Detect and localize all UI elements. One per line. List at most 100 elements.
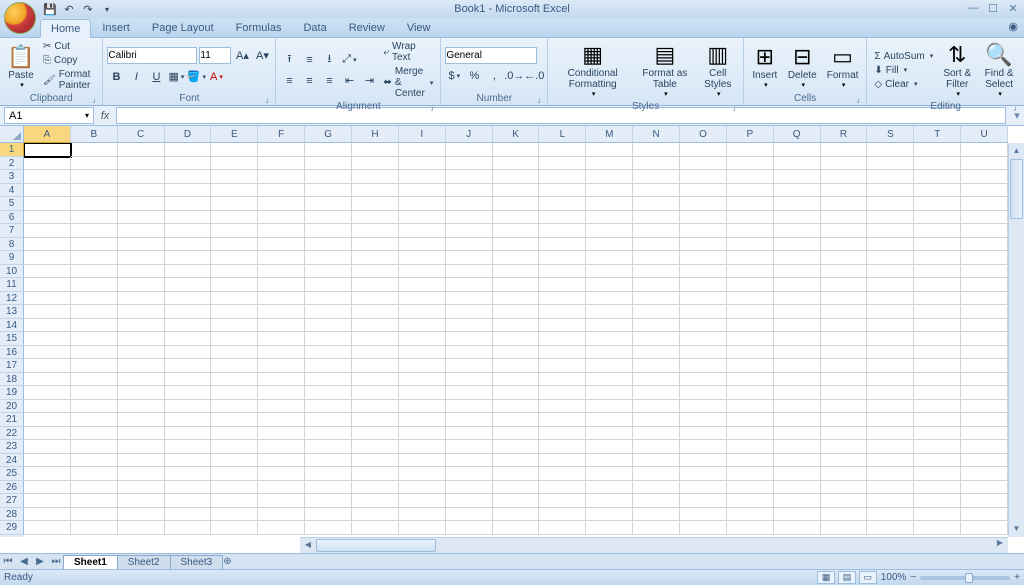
cell-C27[interactable] [118,494,165,508]
cell-J24[interactable] [446,454,493,468]
cell-J6[interactable] [446,211,493,225]
cell-K23[interactable] [493,440,540,454]
cell-Q6[interactable] [774,211,821,225]
cell-N1[interactable] [633,143,680,157]
cell-D21[interactable] [165,413,212,427]
column-header-M[interactable]: M [586,126,633,143]
cell-K1[interactable] [493,143,540,157]
cell-L27[interactable] [539,494,586,508]
clear-button[interactable]: ◇Clear [871,78,936,91]
cell-S19[interactable] [867,386,914,400]
format-painter-button[interactable]: 🖌Format Painter [40,68,98,92]
cell-C2[interactable] [118,157,165,171]
cell-G15[interactable] [305,332,352,346]
cell-L4[interactable] [539,184,586,198]
cell-R25[interactable] [821,467,868,481]
cell-D8[interactable] [165,238,212,252]
hscroll-thumb[interactable] [316,539,436,552]
cell-D5[interactable] [165,197,212,211]
cell-J21[interactable] [446,413,493,427]
orientation-button[interactable]: ⤢ [340,51,358,69]
cell-T20[interactable] [914,400,961,414]
cell-K18[interactable] [493,373,540,387]
row-header-1[interactable]: 1 [0,143,24,157]
cell-K13[interactable] [493,305,540,319]
cell-K9[interactable] [493,251,540,265]
cell-D28[interactable] [165,508,212,522]
cell-styles-button[interactable]: ▥Cell Styles [697,40,739,100]
cell-O23[interactable] [680,440,727,454]
cell-K26[interactable] [493,481,540,495]
italic-button[interactable]: I [127,68,145,86]
row-header-19[interactable]: 19 [0,386,24,400]
cell-S18[interactable] [867,373,914,387]
cell-L1[interactable] [539,143,586,157]
cell-T8[interactable] [914,238,961,252]
column-header-I[interactable]: I [399,126,446,143]
column-header-U[interactable]: U [961,126,1008,143]
cell-K8[interactable] [493,238,540,252]
cell-G12[interactable] [305,292,352,306]
cell-P3[interactable] [727,170,774,184]
cell-L8[interactable] [539,238,586,252]
wrap-text-button[interactable]: ⤶Wrap Text [380,40,436,64]
cell-F2[interactable] [258,157,305,171]
row-header-24[interactable]: 24 [0,454,24,468]
cell-H26[interactable] [352,481,399,495]
cell-B10[interactable] [71,265,118,279]
align-right-button[interactable]: ≡ [320,72,338,90]
cell-I22[interactable] [399,427,446,441]
cell-I11[interactable] [399,278,446,292]
cell-M17[interactable] [586,359,633,373]
cell-L29[interactable] [539,521,586,535]
cell-F18[interactable] [258,373,305,387]
cell-M21[interactable] [586,413,633,427]
cell-I10[interactable] [399,265,446,279]
cell-D11[interactable] [165,278,212,292]
sheet-prev-button[interactable]: ◀ [16,556,32,567]
cell-R14[interactable] [821,319,868,333]
maximize-button[interactable]: ☐ [986,2,1000,16]
accounting-format-button[interactable]: $ [445,67,463,85]
cell-M1[interactable] [586,143,633,157]
row-header-3[interactable]: 3 [0,170,24,184]
cell-J7[interactable] [446,224,493,238]
cell-O26[interactable] [680,481,727,495]
cell-U17[interactable] [961,359,1008,373]
cell-E4[interactable] [211,184,258,198]
tab-home[interactable]: Home [40,19,91,38]
zoom-level[interactable]: 100% [881,572,907,583]
cell-L7[interactable] [539,224,586,238]
cell-T14[interactable] [914,319,961,333]
cell-O29[interactable] [680,521,727,535]
cell-T23[interactable] [914,440,961,454]
cell-H27[interactable] [352,494,399,508]
cell-D15[interactable] [165,332,212,346]
row-header-27[interactable]: 27 [0,494,24,508]
cell-P21[interactable] [727,413,774,427]
zoom-slider[interactable] [920,576,1010,580]
cell-H7[interactable] [352,224,399,238]
cell-A29[interactable] [24,521,71,535]
cell-D25[interactable] [165,467,212,481]
cell-R18[interactable] [821,373,868,387]
cell-N14[interactable] [633,319,680,333]
row-header-10[interactable]: 10 [0,265,24,279]
cell-L17[interactable] [539,359,586,373]
cell-I1[interactable] [399,143,446,157]
cell-C14[interactable] [118,319,165,333]
cell-F19[interactable] [258,386,305,400]
cell-R22[interactable] [821,427,868,441]
cell-R15[interactable] [821,332,868,346]
sheet-tab-3[interactable]: Sheet3 [170,555,224,569]
cell-M29[interactable] [586,521,633,535]
cell-F24[interactable] [258,454,305,468]
cell-K2[interactable] [493,157,540,171]
cell-N26[interactable] [633,481,680,495]
cell-J4[interactable] [446,184,493,198]
cell-P4[interactable] [727,184,774,198]
cell-Q17[interactable] [774,359,821,373]
font-color-button[interactable]: A [207,68,225,86]
cell-H22[interactable] [352,427,399,441]
cell-R12[interactable] [821,292,868,306]
